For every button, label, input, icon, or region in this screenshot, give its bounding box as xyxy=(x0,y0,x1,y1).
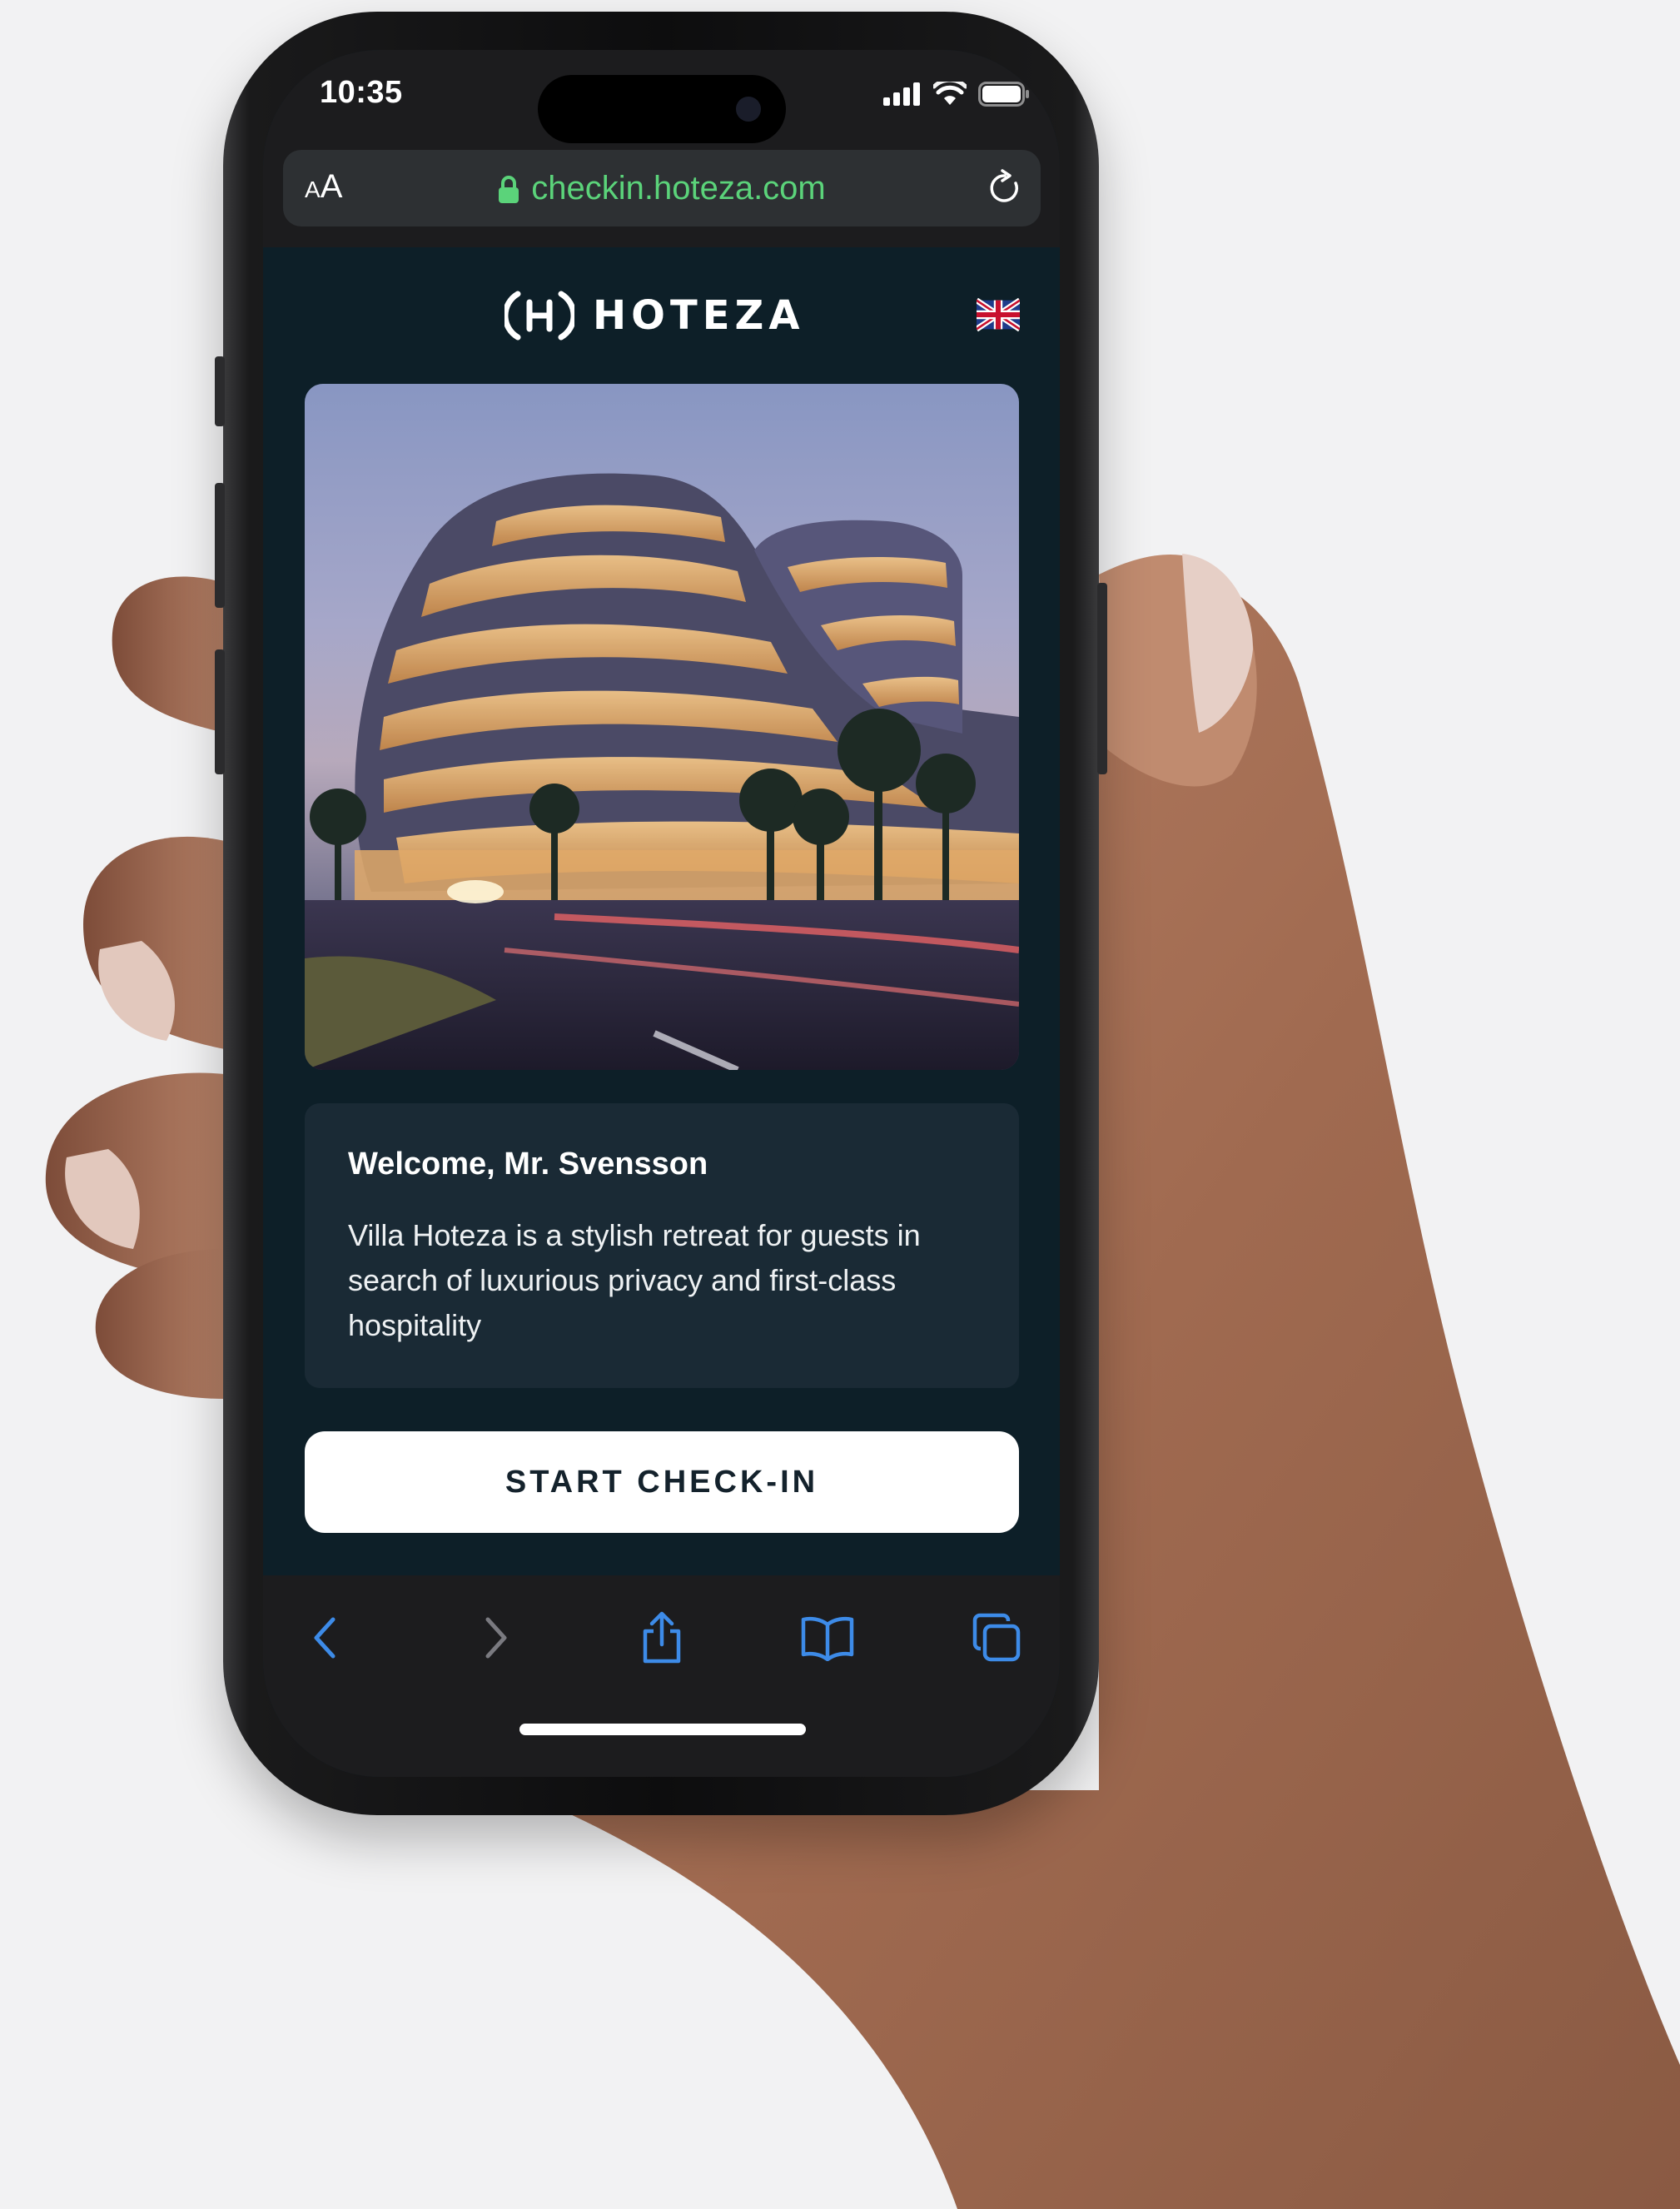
uk-flag-icon[interactable] xyxy=(977,297,1020,332)
welcome-title: Welcome, Mr. Svensson xyxy=(348,1147,708,1182)
hotel-photo xyxy=(305,384,1019,1070)
wifi-icon xyxy=(933,82,967,105)
tabs-icon xyxy=(972,1613,1021,1662)
reload-button[interactable] xyxy=(986,168,1024,212)
reload-icon xyxy=(990,169,1018,202)
lock-icon xyxy=(499,176,519,204)
bookmarks-icon xyxy=(801,1616,854,1661)
forward-icon xyxy=(485,1617,507,1659)
hotel-building-illustration xyxy=(305,473,1019,1070)
back-icon xyxy=(314,1617,336,1659)
cellular-signal-icon xyxy=(883,82,920,106)
brand-logo: HOTEZA xyxy=(504,291,804,341)
url-display[interactable]: checkin.hoteza.com xyxy=(283,170,1041,207)
home-indicator[interactable] xyxy=(519,1724,806,1735)
bookmarks-button[interactable] xyxy=(798,1609,857,1667)
share-icon xyxy=(643,1611,681,1664)
forward-button[interactable] xyxy=(467,1609,525,1667)
action-button xyxy=(215,356,225,426)
dynamic-island xyxy=(538,75,786,143)
volume-down-button xyxy=(215,649,225,774)
web-page: HOTEZA Welcome, Mr. Svensson Villa Hotez… xyxy=(263,247,1060,1573)
phone-screen: 10:35 AA checkin.hoteza.com HOTEZA Welco… xyxy=(263,50,1060,1777)
welcome-card: Welcome, Mr. Svensson Villa Hoteza is a … xyxy=(305,1103,1019,1388)
back-button[interactable] xyxy=(296,1609,354,1667)
power-button xyxy=(1097,583,1107,774)
share-button[interactable] xyxy=(633,1609,691,1667)
tabs-button[interactable] xyxy=(967,1609,1026,1667)
browser-toolbar xyxy=(263,1575,1060,1777)
battery-icon xyxy=(978,82,1029,107)
camera-icon xyxy=(736,97,761,122)
hoteza-logo-icon xyxy=(504,291,574,341)
brand-name: HOTEZA xyxy=(593,292,805,339)
volume-up-button xyxy=(215,483,225,608)
address-bar[interactable]: AA checkin.hoteza.com xyxy=(283,150,1041,226)
status-icons xyxy=(883,82,1030,107)
welcome-text: Villa Hoteza is a stylish retreat for gu… xyxy=(348,1218,921,1342)
status-time: 10:35 xyxy=(320,75,403,110)
url-text: checkin.hoteza.com xyxy=(531,170,826,206)
start-check-in-button[interactable]: START CHECK-IN xyxy=(305,1431,1019,1533)
browser-top-bar: 10:35 AA checkin.hoteza.com xyxy=(263,50,1060,247)
